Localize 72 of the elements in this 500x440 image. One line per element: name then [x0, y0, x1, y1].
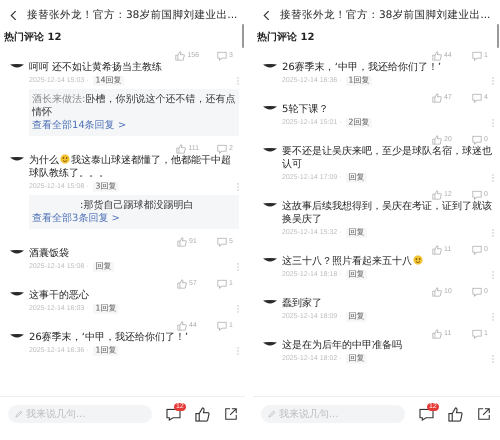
reply-link[interactable]: 回复: [346, 312, 366, 322]
comment-input-field[interactable]: 我来说几句...: [261, 405, 405, 423]
article-title: 接替张外龙！官方：38岁前国脚刘建业出...: [280, 8, 490, 22]
reply-link[interactable]: 1回复: [346, 76, 372, 86]
comment-text: 要不还是让吴庆来吧，至少是球队名宿，球迷也认可: [282, 145, 493, 171]
reply-link[interactable]: 1回复: [92, 346, 118, 356]
comment-text: 蠢到家了: [282, 297, 323, 310]
section-heading: 热门评论 12: [257, 30, 314, 44]
thumbs-up-icon[interactable]: [176, 144, 186, 154]
thumbs-up-icon[interactable]: [177, 320, 187, 330]
thumbs-up-icon[interactable]: [432, 92, 442, 102]
view-all-replies-link[interactable]: 查看全部3条回复 >: [32, 212, 236, 225]
avatar-icon[interactable]: [263, 64, 277, 68]
thumbs-up-icon[interactable]: [432, 328, 442, 338]
thumbs-up-icon[interactable]: [195, 406, 210, 422]
comment-text: 26赛季末，‘中甲，我还给你们了！’: [29, 331, 190, 344]
comment-text: 这是在为后年的中甲准备吗: [282, 339, 403, 352]
avatar-icon[interactable]: [263, 300, 277, 304]
comment-text: 呵呵 还不如让黄希扬当主教练: [29, 61, 164, 74]
thumbs-up-icon[interactable]: [175, 50, 186, 60]
avatar-icon[interactable]: [263, 148, 277, 152]
comment-text: 这故事后续我想得到，吴庆在考证，证到了就该换吴庆了: [282, 200, 493, 226]
comment-text: 这事干的恶心: [29, 289, 90, 302]
share-icon[interactable]: [224, 407, 238, 421]
reply-text: :那货自己踢球都没踢明白: [79, 199, 194, 212]
share-icon[interactable]: [477, 407, 491, 421]
reply-link[interactable]: 3回复: [92, 182, 118, 192]
scrollbar[interactable]: [497, 24, 499, 48]
reply-link[interactable]: 回复: [92, 262, 114, 272]
comment-text: 酒囊饭袋: [29, 247, 70, 260]
avatar-icon[interactable]: [263, 106, 277, 110]
comment-input-field[interactable]: 我来说几句...: [8, 405, 152, 423]
thumbs-up-icon[interactable]: [177, 236, 187, 246]
comment-icon[interactable]: [419, 408, 434, 420]
thumbs-up-icon[interactable]: [432, 244, 442, 254]
view-all-replies-link[interactable]: 查看全部14条回复 >: [32, 119, 236, 132]
comment-text: 这三十八？照片看起来五十八: [282, 255, 494, 268]
section-heading: 热门评论 12: [4, 30, 62, 44]
reply-link[interactable]: 回复: [346, 172, 366, 182]
comment-text: 5轮下课？: [282, 103, 330, 116]
thumbs-up-icon[interactable]: [432, 50, 442, 60]
reply-link[interactable]: 14回复: [92, 76, 124, 86]
avatar-icon[interactable]: [10, 157, 24, 161]
avatar-icon[interactable]: [263, 258, 277, 262]
emoji-icon: [413, 255, 423, 265]
avatar-icon[interactable]: [263, 203, 277, 207]
thumbs-up-icon[interactable]: [432, 134, 442, 144]
back-icon[interactable]: [10, 10, 17, 20]
thumbs-up-icon[interactable]: [432, 286, 442, 296]
avatar-icon[interactable]: [10, 250, 24, 254]
reply-link[interactable]: 回复: [346, 270, 366, 280]
avatar-icon[interactable]: [263, 342, 277, 346]
reply-link[interactable]: 2回复: [346, 118, 372, 128]
comment-text: 26赛季末，‘中甲，我还给你们了！’: [282, 61, 442, 74]
thumbs-up-icon[interactable]: [177, 278, 187, 288]
avatar-icon[interactable]: [10, 334, 24, 338]
article-title: 接替张外龙！官方：38岁前国脚刘建业出...: [27, 8, 238, 22]
reply-link[interactable]: 回复: [346, 228, 366, 238]
back-icon[interactable]: [263, 10, 270, 20]
scrollbar[interactable]: [242, 24, 244, 48]
comment-text: 为什么 我这泰山球迷都懂了，他都能干中超球队教练了。。。: [29, 154, 232, 180]
reply-link[interactable]: 回复: [346, 354, 366, 364]
thumbs-up-icon[interactable]: [448, 406, 463, 422]
pen-icon: [268, 410, 276, 418]
thumbs-up-icon[interactable]: [432, 190, 442, 200]
avatar-icon[interactable]: [10, 64, 24, 68]
comment-icon[interactable]: [166, 408, 181, 420]
pen-icon: [15, 410, 23, 418]
reply-link[interactable]: 1回复: [92, 304, 118, 314]
emoji-icon: [60, 154, 70, 164]
avatar-icon[interactable]: [10, 292, 24, 296]
reply-text: 酒长来做法:卧槽，你别说这个还不错，还有点情怀: [32, 93, 236, 119]
